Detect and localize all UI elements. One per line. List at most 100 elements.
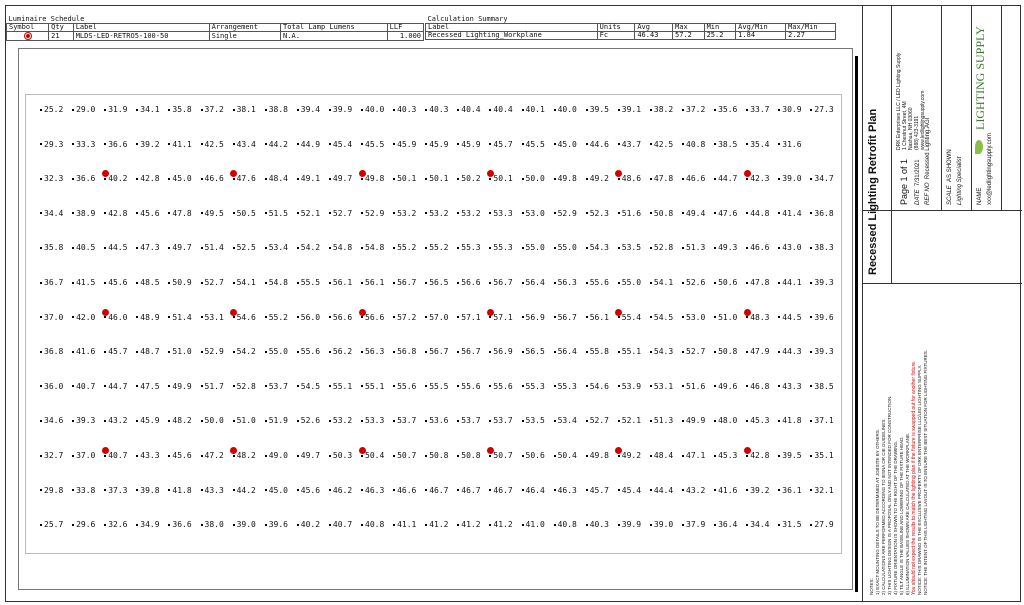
grid-value: 56.4: [554, 348, 577, 356]
grid-value: 55.6: [586, 279, 609, 287]
grid-value: 36.8: [40, 348, 63, 356]
grid-value: 55.0: [265, 348, 288, 356]
grid-value: 29.8: [40, 486, 63, 495]
grid-value: 55.0: [618, 279, 641, 287]
grid-value: 36.6: [72, 175, 95, 183]
grid-value: 39.5: [586, 106, 609, 114]
grid-value: 56.6: [457, 279, 480, 287]
grid-value: 42.3: [746, 175, 769, 183]
grid-value: 40.4: [457, 106, 480, 114]
grid-value: 39.6: [810, 313, 833, 322]
grid-value: 46.7: [489, 486, 512, 495]
grid-value: 52.3: [586, 209, 609, 218]
grid-value: 44.5: [104, 244, 127, 252]
grid-value: 51.0: [168, 348, 191, 356]
grid-value: 37.1: [810, 417, 833, 425]
luminaire-schedule-table: Luminaire Schedule Symbol Qty Label Arra…: [5, 16, 425, 41]
recessed-fixture-icon: [101, 308, 109, 316]
grid-value: 56.9: [489, 348, 512, 356]
grid-value: 27.9: [810, 521, 833, 529]
grid-value: 48.9: [136, 313, 159, 322]
title-block-divider: [971, 5, 972, 210]
grid-value: 39.5: [778, 452, 801, 460]
grid-value: 31.9: [104, 106, 127, 114]
grid-value: 29.3: [40, 140, 63, 149]
grid-value: 45.6: [136, 209, 159, 218]
grid-value: 36.1: [778, 486, 801, 495]
grid-value: 56.3: [554, 279, 577, 287]
grid-value: 46.6: [201, 175, 224, 183]
grid-value: 49.8: [554, 175, 577, 183]
grid-value: 54.5: [650, 313, 673, 322]
grid-value: 41.0: [522, 521, 545, 529]
recessed-fixture-icon: [486, 308, 494, 316]
grid-value: 49.1: [297, 175, 320, 183]
grid-value: 40.4: [489, 106, 512, 114]
grid-value: 55.6: [457, 382, 480, 391]
grid-value: 43.2: [682, 486, 705, 495]
grid-value: 48.7: [136, 348, 159, 356]
grid-value: 49.7: [329, 175, 352, 183]
grid-value: 35.1: [810, 452, 833, 460]
grid-value: 39.0: [233, 521, 256, 529]
grid-value: 52.9: [554, 209, 577, 218]
grid-value: 55.1: [361, 382, 384, 391]
grid-value: 39.3: [810, 279, 833, 287]
grid-value: 43.3: [778, 382, 801, 391]
grid-value: 50.4: [554, 452, 577, 460]
drawing-border-rule: [855, 56, 858, 592]
grid-value: 50.0: [522, 175, 545, 183]
grid-value: 46.6: [682, 175, 705, 183]
grid-value: 55.6: [489, 382, 512, 391]
company-line: www.ledlightingsupply.com: [920, 90, 926, 150]
recessed-fixture-icon: [358, 170, 366, 178]
grid-value: 45.5: [361, 140, 384, 149]
grid-value: 51.3: [682, 244, 705, 252]
grid-value: 46.2: [329, 486, 352, 495]
recessed-fixture-icon: [615, 308, 623, 316]
grid-value: 30.9: [778, 106, 801, 114]
grid-value: 47.5: [136, 382, 159, 391]
sched-qty: 21: [48, 31, 74, 41]
grid-value: 49.7: [168, 244, 191, 252]
grid-value: 39.0: [650, 521, 673, 529]
grid-value: 44.2: [233, 486, 256, 495]
grid-value: 44.7: [714, 175, 737, 183]
grid-value: 35.8: [40, 244, 63, 252]
grid-value: 41.1: [393, 521, 416, 529]
calc-min: 25.2: [703, 31, 737, 40]
grid-value: 51.7: [201, 382, 224, 391]
grid-value: 56.8: [393, 348, 416, 356]
fixture-symbol-icon: [23, 32, 32, 40]
grid-value: 42.5: [650, 140, 673, 149]
grid-value: 56.3: [361, 348, 384, 356]
grid-value: 41.8: [778, 417, 801, 425]
grid-value: 31.5: [778, 521, 801, 529]
grid-value: 34.4: [746, 521, 769, 529]
grid-value: 32.7: [40, 452, 63, 460]
grid-value: 53.0: [522, 209, 545, 218]
sched-lumens: N.A.: [280, 31, 388, 41]
grid-value: 50.6: [522, 452, 545, 460]
grid-value: 52.1: [618, 417, 641, 425]
grid-value: 40.0: [554, 106, 577, 114]
grid-value: 56.1: [329, 279, 352, 287]
grid-value: 54.6: [586, 382, 609, 391]
grid-value: 43.3: [136, 452, 159, 460]
grid-value: 56.9: [522, 313, 545, 322]
grid-value: 51.0: [233, 417, 256, 425]
grid-value: 54.1: [650, 279, 673, 287]
grid-value: 45.4: [329, 140, 352, 149]
grid-value: 41.4: [778, 209, 801, 218]
grid-value: 44.8: [746, 209, 769, 218]
grid-value: 44.9: [297, 140, 320, 149]
grid-value: 49.7: [297, 452, 320, 460]
grid-value: 32.3: [40, 175, 63, 183]
grid-value: 49.4: [682, 209, 705, 218]
grid-value: 55.0: [522, 244, 545, 252]
grid-value: 53.4: [265, 244, 288, 252]
grid-value: 46.3: [361, 486, 384, 495]
grid-value: 45.4: [618, 486, 641, 495]
grid-value: 40.8: [682, 140, 705, 149]
grid-value: 50.0: [201, 417, 224, 425]
